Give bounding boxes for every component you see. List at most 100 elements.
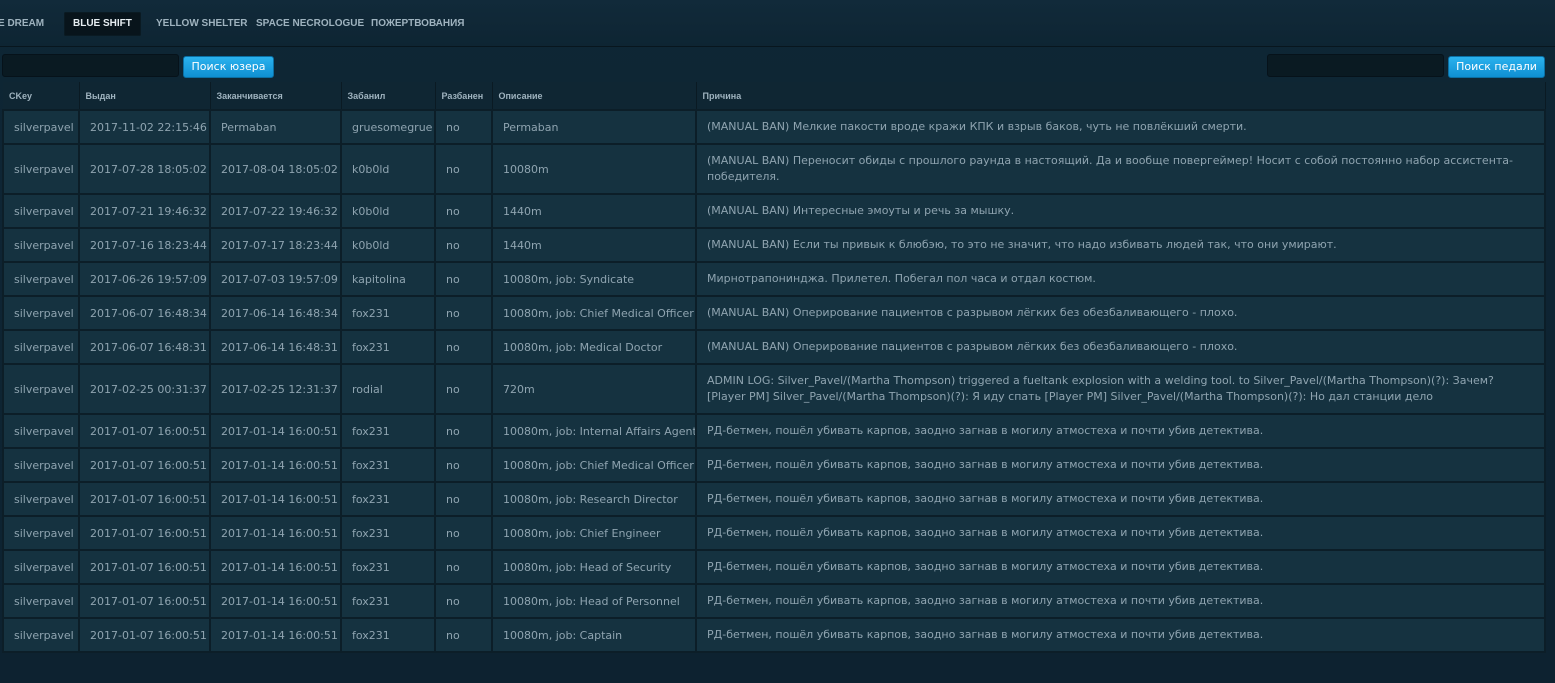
cell-unbanned: no [434,329,493,365]
cell-reason: (MANUAL BAN) Оперирование пациентов с ра… [695,295,1546,331]
cell-unbanned: no [434,481,493,517]
cell-reason: РД-бетмен, пошёл убивать карпов, заодно … [695,413,1546,449]
cell-expires: 2017-01-14 16:00:51 [209,515,342,551]
column-header-reason[interactable]: Причина [696,82,1546,111]
table-row: silverpavel 2017-07-21 19:46:32 2017-07-22… [2,193,1546,229]
cell-issued: 2017-06-07 16:48:31 [78,329,211,365]
user-search-input[interactable] [2,54,179,77]
table-row: silverpavel 2017-01-07 16:00:51 2017-01-14… [2,413,1546,449]
cell-banned-by: fox231 [340,481,436,517]
cell-reason: (MANUAL BAN) Если ты привык к блюбэю, то… [695,227,1546,263]
cell-unbanned: no [434,109,493,145]
cell-ckey: silverpavel [2,413,80,449]
column-header-unbanned[interactable]: Разбанен [435,82,493,111]
nav-item-donations[interactable]: ПОЖЕРТВОВАНИЯ [371,12,464,36]
nav-item-yellow-shelter[interactable]: YELLOW SHELTER [156,12,247,36]
cell-banned-by: fox231 [340,617,436,653]
cell-unbanned: no [434,193,493,229]
cell-banned-by: gruesomegrue [340,109,436,145]
cell-banned-by: fox231 [340,329,436,365]
column-header-issued[interactable]: Выдан [79,82,211,111]
column-header-ckey[interactable]: CKey [3,82,80,111]
cell-expires: 2017-01-14 16:00:51 [209,617,342,653]
cell-ckey: silverpavel [2,227,80,263]
cell-banned-by: k0b0ld [340,143,436,195]
column-header-banned-by[interactable]: Забанил [341,82,436,111]
cell-expires: 2017-02-25 12:31:37 [209,363,342,415]
cell-issued: 2017-01-07 16:00:51 [78,481,211,517]
cell-description: 10080m, job: Captain [491,617,697,653]
cell-unbanned: no [434,413,493,449]
cell-ckey: silverpavel [2,447,80,483]
cell-description: 10080m, job: Internal Affairs Agent [491,413,697,449]
cell-banned-by: kapitolina [340,261,436,297]
cell-expires: 2017-07-22 19:46:32 [209,193,342,229]
cell-ckey: silverpavel [2,143,80,195]
cell-unbanned: no [434,295,493,331]
cell-banned-by: k0b0ld [340,227,436,263]
user-search-button[interactable]: Поиск юзера [183,56,274,78]
cell-ckey: silverpavel [2,261,80,297]
cell-issued: 2017-01-07 16:00:51 [78,447,211,483]
cell-unbanned: no [434,363,493,415]
table-row: silverpavel 2017-07-28 18:05:02 2017-08-04… [2,143,1546,195]
cell-banned-by: fox231 [340,515,436,551]
cell-ckey: silverpavel [2,109,80,145]
nav-item-space-necrologue[interactable]: SPACE NECROLOGUE [256,12,364,36]
cell-description: 1440m [491,227,697,263]
cell-description: 10080m, job: Research Director [491,481,697,517]
cell-expires: 2017-07-03 19:57:09 [209,261,342,297]
table-row: silverpavel 2017-01-07 16:00:51 2017-01-14… [2,481,1546,517]
cell-expires: 2017-01-14 16:00:51 [209,413,342,449]
column-header-expires[interactable]: Заканчивается [210,82,342,111]
cell-description: 10080m, job: Chief Medical Officer [491,447,697,483]
cell-ckey: silverpavel [2,363,80,415]
table-row: silverpavel 2017-01-07 16:00:51 2017-01-14… [2,447,1546,483]
cell-expires: 2017-01-14 16:00:51 [209,481,342,517]
cell-reason: РД-бетмен, пошёл убивать карпов, заодно … [695,617,1546,653]
table-row: silverpavel 2017-01-07 16:00:51 2017-01-14… [2,583,1546,619]
cell-issued: 2017-06-07 16:48:34 [78,295,211,331]
nav-item-blue-shift[interactable]: BLUE SHIFT [64,12,141,36]
table-row: silverpavel 2017-06-07 16:48:34 2017-06-14… [2,295,1546,331]
admin-search-button[interactable]: Поиск педали [1448,56,1545,78]
table-row: silverpavel 2017-01-07 16:00:51 2017-01-14… [2,549,1546,585]
cell-description: 10080m, job: Chief Engineer [491,515,697,551]
cell-reason: (MANUAL BAN) Переносит обиды с прошлого … [695,143,1546,195]
cell-reason: РД-бетмен, пошёл убивать карпов, заодно … [695,515,1546,551]
table-row: silverpavel 2017-06-26 19:57:09 2017-07-03… [2,261,1546,297]
cell-unbanned: no [434,515,493,551]
column-header-description[interactable]: Описание [492,82,697,111]
cell-unbanned: no [434,143,493,195]
cell-expires: 2017-07-17 18:23:44 [209,227,342,263]
cell-issued: 2017-02-25 00:31:37 [78,363,211,415]
cell-description: 10080m [491,143,697,195]
cell-expires: 2017-01-14 16:00:51 [209,447,342,483]
cell-ckey: silverpavel [2,549,80,585]
cell-banned-by: fox231 [340,583,436,619]
cell-expires: 2017-06-14 16:48:31 [209,329,342,365]
cell-expires: 2017-01-14 16:00:51 [209,549,342,585]
cell-issued: 2017-01-07 16:00:51 [78,413,211,449]
admin-search-input[interactable] [1267,54,1444,77]
cell-issued: 2017-01-07 16:00:51 [78,549,211,585]
cell-description: 10080m, job: Head of Security [491,549,697,585]
cell-ckey: silverpavel [2,193,80,229]
cell-description: 10080m, job: Chief Medical Officer [491,295,697,331]
cell-reason: РД-бетмен, пошёл убивать карпов, заодно … [695,549,1546,585]
table-row: silverpavel 2017-01-07 16:00:51 2017-01-14… [2,515,1546,551]
cell-description: 10080m, job: Head of Personnel [491,583,697,619]
cell-issued: 2017-07-28 18:05:02 [78,143,211,195]
cell-ckey: silverpavel [2,481,80,517]
cell-reason: ADMIN LOG: Silver_Pavel/(Martha Thompson… [695,363,1546,415]
cell-description: 720m [491,363,697,415]
table-row: silverpavel 2017-01-07 16:00:51 2017-01-14… [2,617,1546,653]
cell-description: 1440m [491,193,697,229]
cell-reason: (MANUAL BAN) Оперирование пациентов с ра… [695,329,1546,365]
nav-item-dream[interactable]: E DREAM [0,12,44,36]
cell-reason: (MANUAL BAN) Интересные эмоуты и речь за… [695,193,1546,229]
cell-expires: Permaban [209,109,342,145]
cell-ckey: silverpavel [2,583,80,619]
cell-ckey: silverpavel [2,295,80,331]
cell-unbanned: no [434,583,493,619]
